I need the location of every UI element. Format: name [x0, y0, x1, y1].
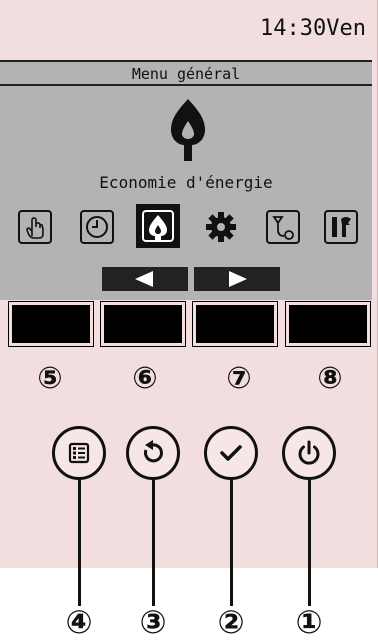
- left-arrow-button[interactable]: [102, 267, 188, 291]
- power-icon: [298, 440, 320, 465]
- callout-3: ③: [139, 603, 167, 641]
- function-key-f3[interactable]: [192, 301, 278, 347]
- maintenance-filter-icon[interactable]: [266, 210, 300, 244]
- return-icon: [143, 440, 163, 463]
- clock-icon[interactable]: [80, 210, 114, 244]
- leader-line-1: [308, 480, 311, 606]
- function-key-f1[interactable]: [8, 301, 94, 347]
- check-icon: [220, 445, 242, 461]
- right-arrow-button[interactable]: [194, 267, 280, 291]
- lcd-screen: 14:30Ven Menu général Economie d'énergie: [0, 0, 372, 300]
- function-key-f4[interactable]: [285, 301, 371, 347]
- arrow-left-icon: [135, 271, 153, 287]
- function-key-f2[interactable]: [100, 301, 186, 347]
- energy-saving-icon[interactable]: [136, 204, 180, 248]
- arrow-right-icon: [229, 271, 247, 287]
- menu-button[interactable]: [52, 426, 106, 480]
- energy-saving-large-icon: [171, 99, 205, 161]
- power-button[interactable]: [282, 426, 336, 480]
- function-key-row: [0, 301, 378, 350]
- menu-icon-row: [0, 204, 372, 250]
- gear-icon[interactable]: [204, 210, 238, 244]
- status-bar: 14:30Ven: [0, 0, 372, 62]
- select-button[interactable]: [204, 426, 258, 480]
- remote-controller: 14:30Ven Menu général Economie d'énergie: [0, 0, 378, 568]
- callout-5: ⑤: [37, 361, 63, 396]
- leader-line-4: [78, 480, 81, 606]
- callout-7: ⑦: [226, 361, 252, 396]
- service-wrench-icon[interactable]: [324, 210, 358, 244]
- clock-display: 14:30Ven: [260, 16, 366, 41]
- selected-mode-label: Economie d'énergie: [99, 173, 273, 192]
- callout-8: ⑧: [317, 361, 343, 396]
- return-button[interactable]: [126, 426, 180, 480]
- callout-1: ①: [295, 603, 323, 641]
- callout-2: ②: [217, 603, 245, 641]
- menu-title: Menu général: [0, 62, 372, 86]
- leader-line-2: [230, 480, 233, 606]
- callout-4: ④: [65, 603, 93, 641]
- leader-line-3: [152, 480, 155, 606]
- menu-list-icon: [68, 442, 90, 464]
- callout-6: ⑥: [132, 361, 158, 396]
- hand-touch-icon[interactable]: [18, 210, 52, 244]
